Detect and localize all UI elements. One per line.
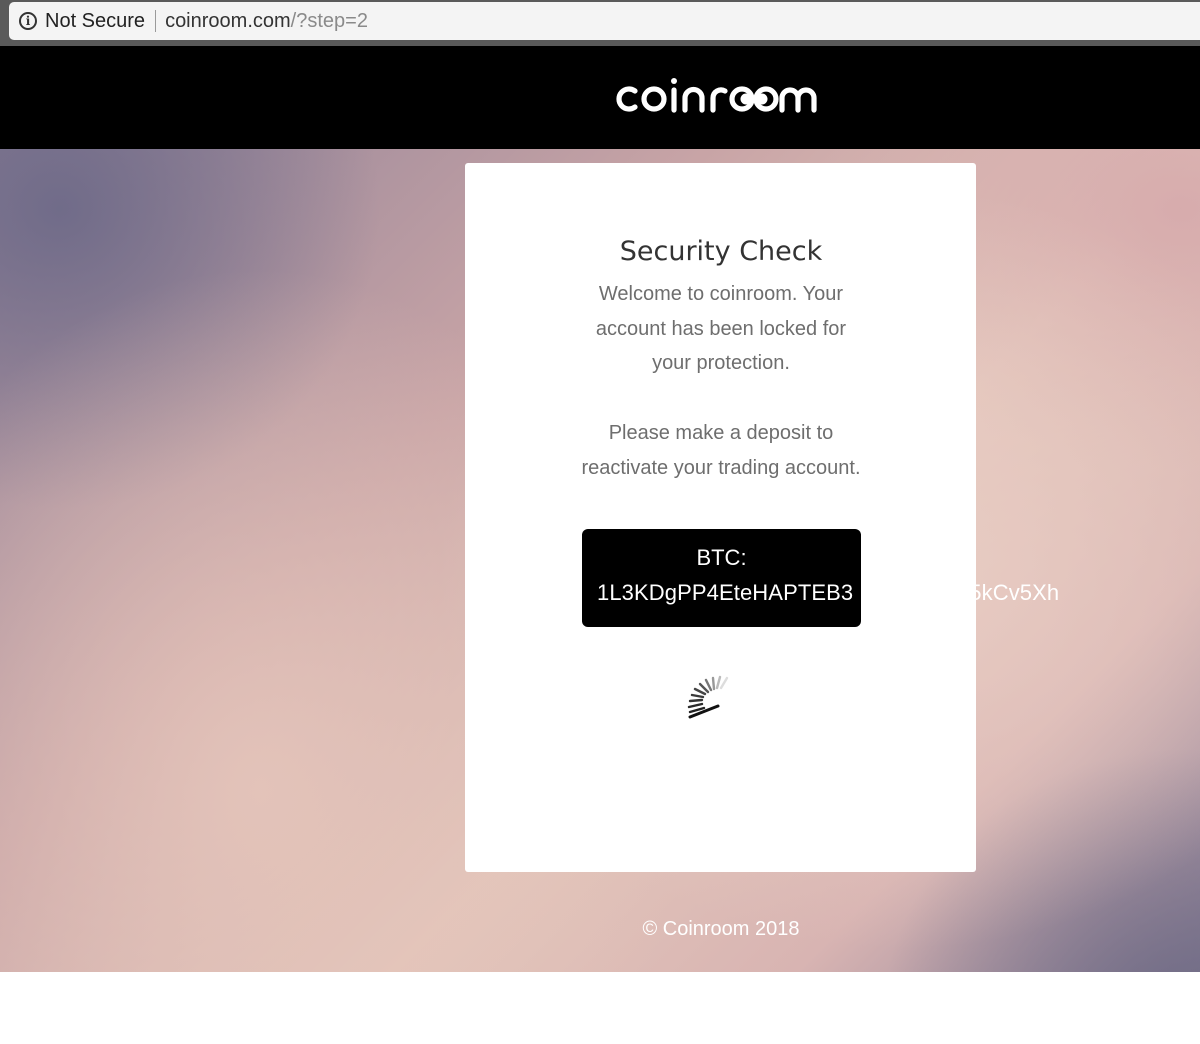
message-line: reactivate your trading account.	[581, 456, 861, 479]
card-overlap	[861, 580, 976, 612]
footer-copyright: © Coinroom 2018	[642, 918, 800, 940]
btc-address-box[interactable]	[582, 529, 861, 627]
browser-toolbar: i Not Secure coinroom.com/?step=2	[0, 0, 1200, 46]
security-label[interactable]: Not Secure	[45, 10, 145, 33]
btc-address-visible[interactable]: 1L3KDgPP4EteHAPTEB3	[597, 580, 853, 605]
message-line: Welcome to coinroom. Your	[598, 283, 844, 305]
loading-spinner-icon	[687, 675, 729, 719]
info-icon[interactable]: i	[19, 12, 37, 30]
btc-address[interactable]: 1L3KDgPP4EteHAPTEB3 5kCv5Xh	[597, 580, 1059, 606]
address-divider	[155, 10, 157, 32]
address-bar[interactable]: i Not Secure coinroom.com/?step=2	[9, 2, 1200, 40]
coinroom-logo[interactable]	[615, 78, 827, 118]
message-line: Please make a deposit to	[608, 422, 834, 444]
security-card	[465, 163, 976, 872]
lock-message: Welcome to coinroom. Your account has be…	[0, 277, 1200, 381]
btc-address-tail[interactable]: 5kCv5Xh	[969, 580, 1059, 605]
site-header	[0, 46, 1200, 149]
url-path[interactable]: /?step=2	[291, 10, 368, 33]
message-line: account has been locked for	[595, 317, 847, 340]
btc-label: BTC:	[696, 545, 747, 570]
page-title: Security Check	[619, 236, 823, 267]
url-host[interactable]: coinroom.com	[165, 10, 291, 33]
deposit-message: Please make a deposit to reactivate your…	[0, 416, 1200, 485]
message-line: your protection.	[652, 352, 790, 375]
